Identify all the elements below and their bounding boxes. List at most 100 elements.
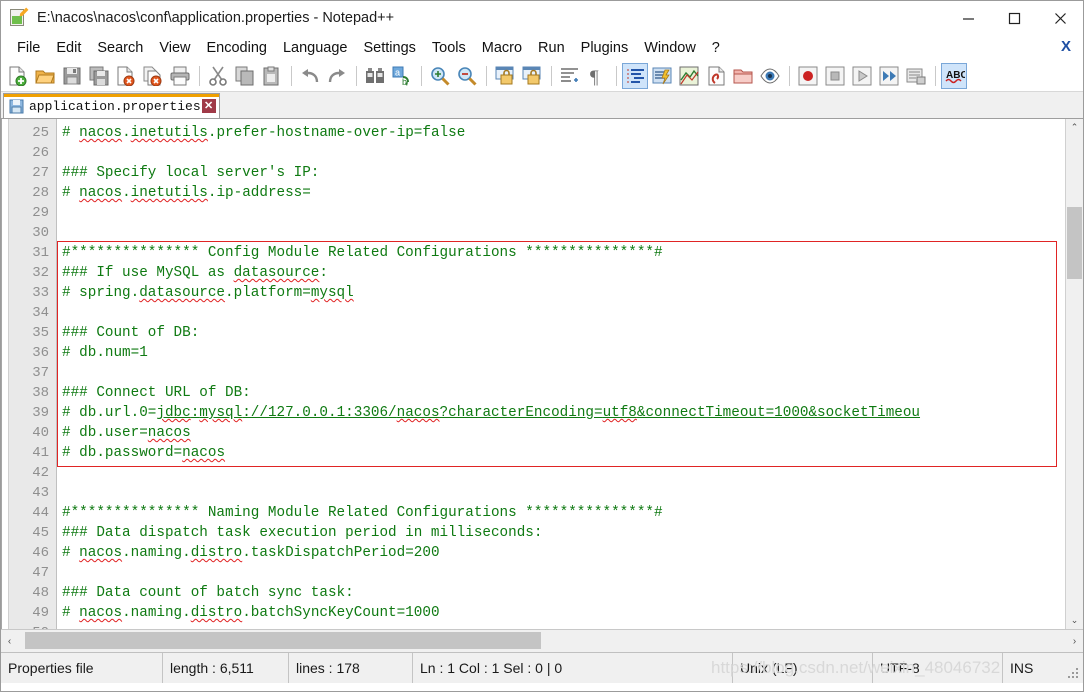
line-number: 26 xyxy=(32,145,49,161)
menu-tools[interactable]: Tools xyxy=(424,38,474,58)
menu-plugins[interactable]: Plugins xyxy=(573,38,637,58)
maximize-button[interactable] xyxy=(991,1,1037,35)
menu-edit[interactable]: Edit xyxy=(48,38,89,58)
horizontal-scrollbar-track[interactable] xyxy=(18,631,1066,651)
print-icon[interactable] xyxy=(167,63,193,89)
open-file-icon[interactable] xyxy=(32,63,58,89)
menu-window[interactable]: Window xyxy=(636,38,704,58)
stop-recording-icon[interactable] xyxy=(822,63,848,89)
save-all-icon[interactable] xyxy=(86,63,112,89)
status-encoding: UTF-8 xyxy=(873,653,1003,683)
zoom-in-icon[interactable] xyxy=(427,63,453,89)
status-length: length : 6,511 xyxy=(163,653,289,683)
notepad-plus-plus-window: E:\nacos\nacos\conf\application.properti… xyxy=(0,0,1084,692)
close-all-files-icon[interactable] xyxy=(140,63,166,89)
code-line: ### If use MySQL as datasource: xyxy=(62,265,328,281)
paste-icon[interactable] xyxy=(259,63,285,89)
code-line: ### Data dispatch task execution period … xyxy=(62,525,543,541)
code-text-area[interactable]: # nacos.inetutils.prefer-hostname-over-i… xyxy=(57,119,1065,629)
code-line: # db.url.0=jdbc:mysql://127.0.0.1:3306/n… xyxy=(62,405,921,421)
line-number: 34 xyxy=(32,305,49,321)
status-eol-format: Unix (LF) xyxy=(733,653,873,683)
menu-file[interactable]: File xyxy=(9,38,48,58)
replace-icon[interactable]: a b xyxy=(389,63,415,89)
toolbar-separator xyxy=(616,66,617,86)
close-button[interactable] xyxy=(1037,1,1083,35)
menu-view[interactable]: View xyxy=(151,38,198,58)
horizontal-scrollbar-thumb[interactable] xyxy=(25,632,541,649)
line-number: 48 xyxy=(32,585,49,601)
redo-icon[interactable] xyxy=(324,63,350,89)
horizontal-scrollbar[interactable]: ‹ › xyxy=(1,629,1083,652)
document-map-icon[interactable] xyxy=(676,63,702,89)
monitoring-icon[interactable] xyxy=(757,63,783,89)
playback-macro-icon[interactable] xyxy=(849,63,875,89)
toolbar: a b ¶ AB xyxy=(1,61,1083,92)
zoom-out-icon[interactable] xyxy=(454,63,480,89)
status-insert-mode: INS xyxy=(1010,660,1034,676)
svg-text:¶: ¶ xyxy=(590,67,599,86)
sync-vertical-scroll-icon[interactable] xyxy=(492,63,518,89)
line-number: 41 xyxy=(32,445,49,461)
line-number: 29 xyxy=(32,205,49,221)
menu-search[interactable]: Search xyxy=(89,38,151,58)
toolbar-separator xyxy=(291,66,292,86)
line-number: 49 xyxy=(32,605,49,621)
show-indent-guide-icon[interactable] xyxy=(622,63,648,89)
menu-language[interactable]: Language xyxy=(275,38,356,58)
tab-label: application.properties xyxy=(29,98,201,114)
svg-text:a: a xyxy=(395,68,400,78)
scroll-right-arrow-icon[interactable]: › xyxy=(1066,631,1083,651)
undo-icon[interactable] xyxy=(297,63,323,89)
function-list-icon[interactable] xyxy=(703,63,729,89)
close-document-button[interactable]: X xyxy=(1061,38,1071,55)
word-wrap-icon[interactable] xyxy=(557,63,583,89)
line-number: 37 xyxy=(32,365,49,381)
vertical-scrollbar[interactable]: ⌃ ⌄ xyxy=(1065,119,1083,629)
scroll-left-arrow-icon[interactable]: ‹ xyxy=(1,631,18,651)
user-defined-language-icon[interactable] xyxy=(649,63,675,89)
code-line: #*************** Config Module Related C… xyxy=(62,245,663,261)
menu-macro[interactable]: Macro xyxy=(474,38,530,58)
show-all-characters-icon[interactable]: ¶ xyxy=(584,63,610,89)
record-macro-icon[interactable] xyxy=(795,63,821,89)
code-line: # db.user=nacos xyxy=(62,425,191,441)
save-macro-icon[interactable] xyxy=(903,63,929,89)
vertical-scrollbar-thumb[interactable] xyxy=(1067,207,1082,279)
toolbar-separator xyxy=(486,66,487,86)
spell-check-icon[interactable]: ABC xyxy=(941,63,967,89)
scroll-down-arrow-icon[interactable]: ⌄ xyxy=(1066,612,1083,629)
save-icon[interactable] xyxy=(59,63,85,89)
code-line: # spring.datasource.platform=mysql xyxy=(62,285,354,301)
find-icon[interactable] xyxy=(362,63,388,89)
new-file-icon[interactable] xyxy=(5,63,31,89)
toolbar-separator xyxy=(421,66,422,86)
line-number: 46 xyxy=(32,545,49,561)
code-line: # nacos.naming.distro.taskDispatchPeriod… xyxy=(62,545,440,561)
menu-help[interactable]: ? xyxy=(704,38,728,58)
sync-horizontal-scroll-icon[interactable] xyxy=(519,63,545,89)
folder-as-workspace-icon[interactable] xyxy=(730,63,756,89)
tab-close-icon[interactable]: ✕ xyxy=(201,99,216,113)
line-number: 45 xyxy=(32,525,49,541)
toolbar-separator xyxy=(199,66,200,86)
resize-grip-icon[interactable] xyxy=(1068,668,1080,680)
scroll-up-arrow-icon[interactable]: ⌃ xyxy=(1066,119,1083,136)
window-controls xyxy=(945,1,1083,35)
line-number: 28 xyxy=(32,185,49,201)
run-macro-multiple-icon[interactable] xyxy=(876,63,902,89)
code-line: ### Connect URL of DB: xyxy=(62,385,251,401)
minimize-button[interactable] xyxy=(945,1,991,35)
cut-icon[interactable] xyxy=(205,63,231,89)
copy-icon[interactable] xyxy=(232,63,258,89)
tab-bar: application.properties ✕ xyxy=(1,92,1083,119)
tab-application-properties[interactable]: application.properties ✕ xyxy=(3,93,220,118)
menu-encoding[interactable]: Encoding xyxy=(199,38,275,58)
menu-settings[interactable]: Settings xyxy=(355,38,423,58)
toolbar-separator xyxy=(935,66,936,86)
close-file-icon[interactable] xyxy=(113,63,139,89)
menu-run[interactable]: Run xyxy=(530,38,573,58)
